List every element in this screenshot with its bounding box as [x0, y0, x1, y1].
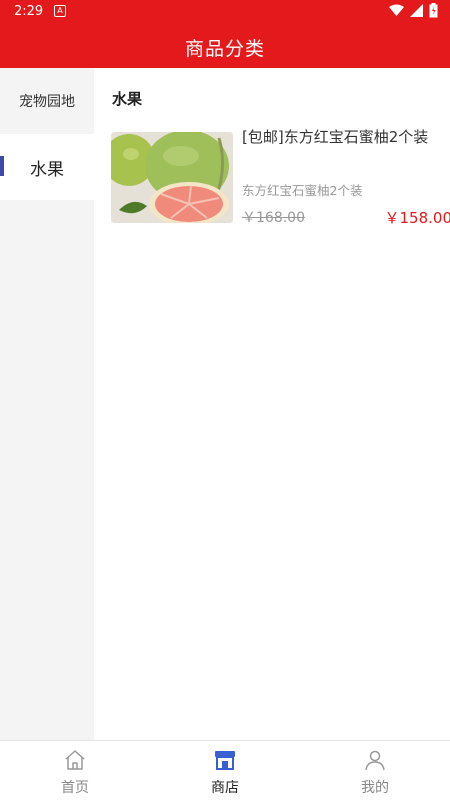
tab-label: 商店	[150, 777, 300, 797]
signal-icon	[410, 4, 423, 17]
app-header: 商品分类	[0, 24, 450, 68]
notification-icon: A	[54, 5, 66, 17]
status-bar: 2:29 A	[0, 0, 450, 24]
product-name[interactable]: [包邮]东方红宝石蜜柚2个装	[242, 126, 437, 149]
product-list-panel: 水果 [包邮]东方红宝石蜜柚2个装 东方红宝石蜜柚2个装 ￥168.00 ￥15…	[94, 68, 450, 740]
wifi-icon	[389, 4, 404, 17]
sidebar-item-label: 水果	[30, 155, 64, 180]
shop-icon	[213, 748, 237, 772]
sale-price: ￥158.00	[385, 207, 450, 228]
home-icon	[63, 748, 87, 772]
bottom-tab-bar: 首页 商店 我的	[0, 740, 450, 801]
sidebar-item-label: 宠物园地	[19, 91, 75, 111]
tab-home[interactable]: 首页	[0, 741, 150, 801]
product-description: 东方红宝石蜜柚2个装	[242, 180, 362, 199]
product-card[interactable]: [包邮]东方红宝石蜜柚2个装 东方红宝石蜜柚2个装 ￥168.00 ￥158.0…	[111, 132, 436, 224]
section-title: 水果	[112, 88, 142, 109]
tab-label: 我的	[300, 777, 450, 797]
sidebar-item-fruit[interactable]: 水果	[0, 134, 94, 200]
tab-label: 首页	[0, 777, 150, 797]
sidebar-item-pets[interactable]: 宠物园地	[0, 68, 94, 134]
status-icons	[389, 3, 438, 18]
page-title: 商品分类	[0, 34, 450, 61]
pomelo-image[interactable]	[111, 132, 233, 223]
tab-shop[interactable]: 商店	[150, 741, 300, 801]
tab-profile[interactable]: 我的	[300, 741, 450, 801]
user-icon	[363, 748, 387, 772]
original-price: ￥168.00	[242, 207, 305, 227]
active-indicator	[0, 156, 4, 176]
status-time: 2:29	[14, 4, 43, 19]
category-sidebar: 宠物园地 水果	[0, 68, 94, 740]
battery-icon	[429, 3, 438, 18]
